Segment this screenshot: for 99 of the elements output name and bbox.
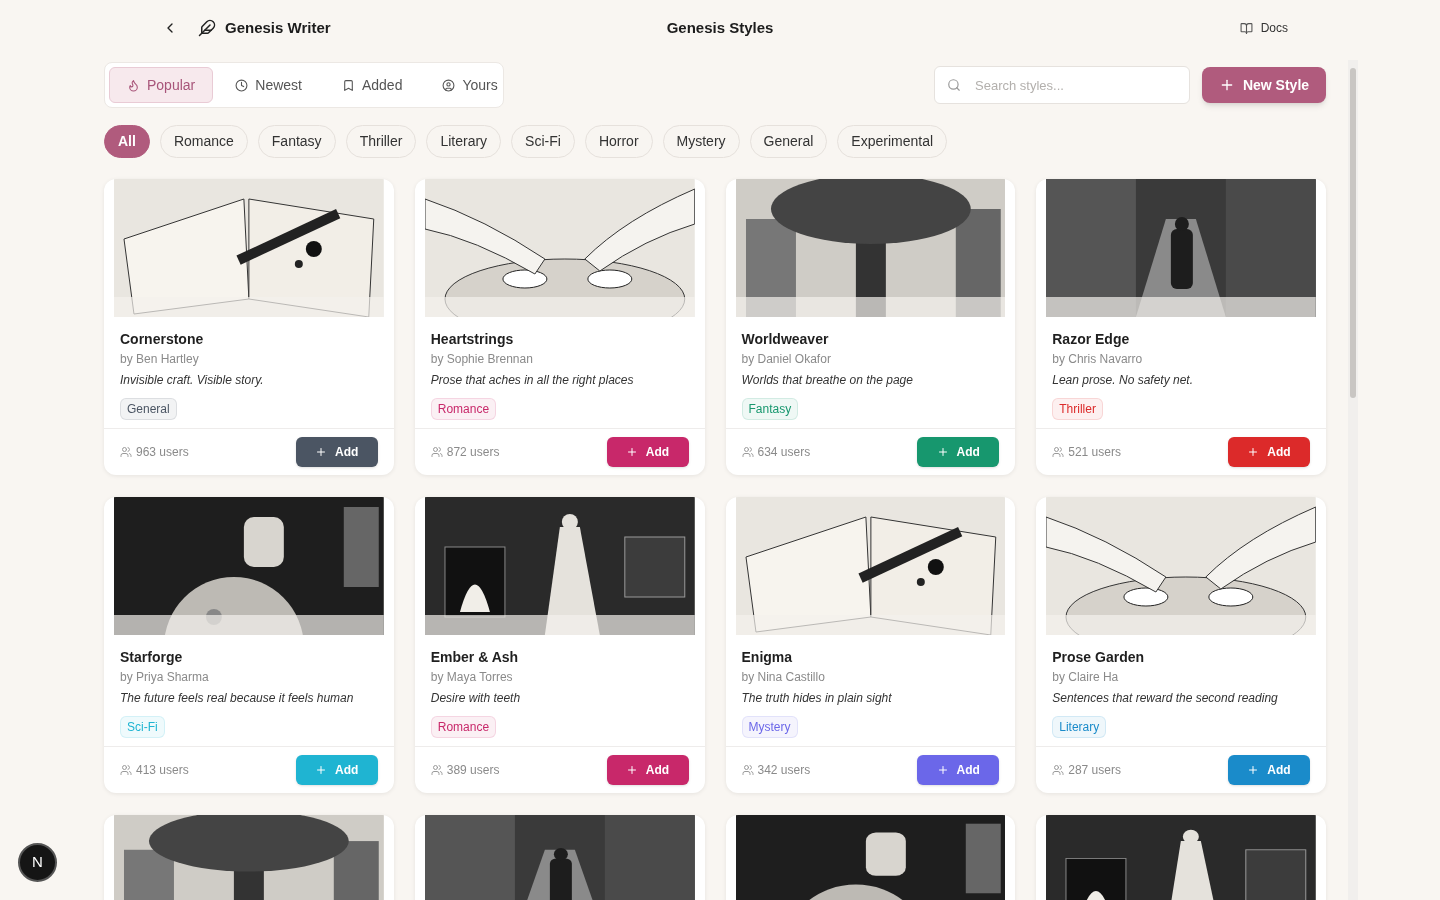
new-style-button[interactable]: New Style: [1202, 67, 1326, 103]
style-author: by Sophie Brennan: [430, 351, 534, 368]
plus-icon: [625, 764, 638, 776]
plus-icon: [936, 764, 949, 776]
users-icon: [120, 446, 132, 458]
genre-chip[interactable]: General: [749, 125, 828, 158]
search-field[interactable]: Search styles...: [934, 66, 1190, 104]
book-icon: [1239, 21, 1253, 35]
style-card[interactable]: Starforge by Priya Sharma The future feels real because it feels human Sci-Fi 413 users Add: [104, 497, 394, 793]
style-author: by Ben Hartley: [120, 351, 200, 368]
genre-chip[interactable]: All: [104, 125, 150, 158]
genre-tag: Romance: [430, 398, 497, 420]
style-tagline: Worlds that breathe on the page: [741, 372, 914, 389]
style-author: by Maya Torres: [430, 669, 514, 686]
sort-tab[interactable]: Popular: [109, 67, 214, 103]
genre-tag: General: [120, 398, 177, 420]
genre-chip[interactable]: Romance: [159, 125, 248, 158]
genre-tag: Fantasy: [741, 398, 799, 420]
genre-tag: Thriller: [1052, 398, 1103, 420]
app-name: Genesis Writer: [225, 17, 331, 38]
flame-icon: [127, 78, 140, 92]
style-tagline: Invisible craft. Visible story.: [120, 372, 265, 389]
user-icon: [442, 78, 456, 92]
style-card[interactable]: Ember & Ash by Maya Torres Desire with teeth Romance 389 users Add: [414, 497, 705, 793]
feather-icon: [198, 19, 216, 37]
genre-tag: Romance: [430, 716, 497, 738]
style-card[interactable]: Heartstrings by Sophie Brennan Prose that aches in all the right places Romance 872 users Add: [414, 179, 705, 475]
style-title: Cornerstone: [120, 330, 205, 349]
plus-icon: [315, 764, 328, 776]
sort-tab[interactable]: Added: [323, 67, 421, 103]
add-button[interactable]: Add: [1228, 437, 1310, 467]
user-count: 389 users: [446, 762, 500, 779]
page-title: Genesis Styles: [666, 17, 774, 38]
style-card[interactable]: Enigma by Nina Castillo The truth hides in plain sight Mystery 342 users Add: [725, 497, 1016, 793]
sort-tab[interactable]: Yours: [424, 67, 516, 103]
user-count: 963 users: [136, 444, 189, 461]
bookmark-icon: [341, 78, 355, 92]
style-title: Prose Garden: [1052, 648, 1146, 667]
dev-badge[interactable]: N: [18, 843, 57, 882]
user-count: 521 users: [1068, 444, 1121, 461]
genre-chip[interactable]: Fantasy: [257, 125, 336, 158]
add-button[interactable]: Add: [606, 755, 689, 785]
style-card[interactable]: Prose Garden by Claire Ha Sentences that reward the second reading Literary 287 users Add: [1036, 497, 1326, 793]
user-count: 872 users: [446, 444, 500, 461]
user-count: 342 users: [757, 762, 811, 779]
add-button[interactable]: Add: [606, 437, 689, 467]
style-title: Ember & Ash: [430, 648, 520, 667]
add-button[interactable]: Add: [917, 755, 1000, 785]
docs-link[interactable]: Docs: [1239, 19, 1288, 37]
search-icon: [947, 78, 961, 92]
genre-chip[interactable]: Horror: [584, 125, 653, 158]
style-author: by Chris Navarro: [1052, 351, 1144, 368]
users-icon: [741, 446, 754, 458]
genre-tag: Literary: [1052, 716, 1107, 738]
plus-icon: [936, 446, 949, 458]
plus-icon: [625, 446, 638, 458]
users-icon: [741, 764, 754, 776]
style-title: Razor Edge: [1052, 330, 1131, 349]
style-title: Enigma: [741, 648, 794, 667]
style-title: Starforge: [120, 648, 184, 667]
user-count: 634 users: [757, 444, 811, 461]
style-tagline: The truth hides in plain sight: [741, 690, 893, 707]
genre-chip[interactable]: Thriller: [345, 125, 417, 158]
user-count: 413 users: [136, 762, 189, 779]
style-author: by Claire Ha: [1052, 669, 1120, 686]
genre-tag: Mystery: [741, 716, 798, 738]
plus-icon: [1247, 446, 1260, 458]
users-icon: [430, 764, 443, 776]
clock-icon: [235, 78, 249, 92]
style-author: by Priya Sharma: [120, 669, 210, 686]
add-button[interactable]: Add: [1228, 755, 1310, 785]
users-icon: [120, 764, 132, 776]
genre-chip[interactable]: Sci-Fi: [511, 125, 575, 158]
style-card[interactable]: Cornerstone by Ben Hartley Invisible craft. Visible story. General 963 users Add: [104, 179, 394, 475]
style-tagline: Lean prose. No safety net.: [1052, 372, 1194, 389]
style-card[interactable]: Worldweaver by Daniel Okafor Worlds that breathe on the page Fantasy 634 users Add: [725, 179, 1016, 475]
style-card[interactable]: Razor Edge by Chris Navarro Lean prose. No safety net. Thriller 521 users Add: [1036, 179, 1326, 475]
sort-tab[interactable]: Newest: [217, 67, 320, 103]
style-author: by Daniel Okafor: [741, 351, 832, 368]
user-count: 287 users: [1068, 762, 1121, 779]
scrollbar[interactable]: [1348, 60, 1358, 900]
style-tagline: Prose that aches in all the right places: [430, 372, 635, 389]
plus-icon: [315, 446, 328, 458]
genre-chip[interactable]: Literary: [426, 125, 502, 158]
style-tagline: Sentences that reward the second reading: [1052, 690, 1279, 707]
genre-tag: Sci-Fi: [120, 716, 165, 738]
style-author: by Nina Castillo: [741, 669, 826, 686]
style-tagline: Desire with teeth: [430, 690, 522, 707]
add-button[interactable]: Add: [917, 437, 1000, 467]
style-title: Heartstrings: [430, 330, 515, 349]
style-tagline: The future feels real because it feels human: [120, 690, 355, 707]
users-icon: [430, 446, 443, 458]
plus-icon: [1247, 764, 1260, 776]
genre-chip[interactable]: Mystery: [662, 125, 740, 158]
users-icon: [1052, 764, 1065, 776]
add-button[interactable]: Add: [295, 437, 378, 467]
users-icon: [1052, 446, 1065, 458]
genre-chip[interactable]: Experimental: [837, 125, 948, 158]
style-title: Worldweaver: [741, 330, 830, 349]
